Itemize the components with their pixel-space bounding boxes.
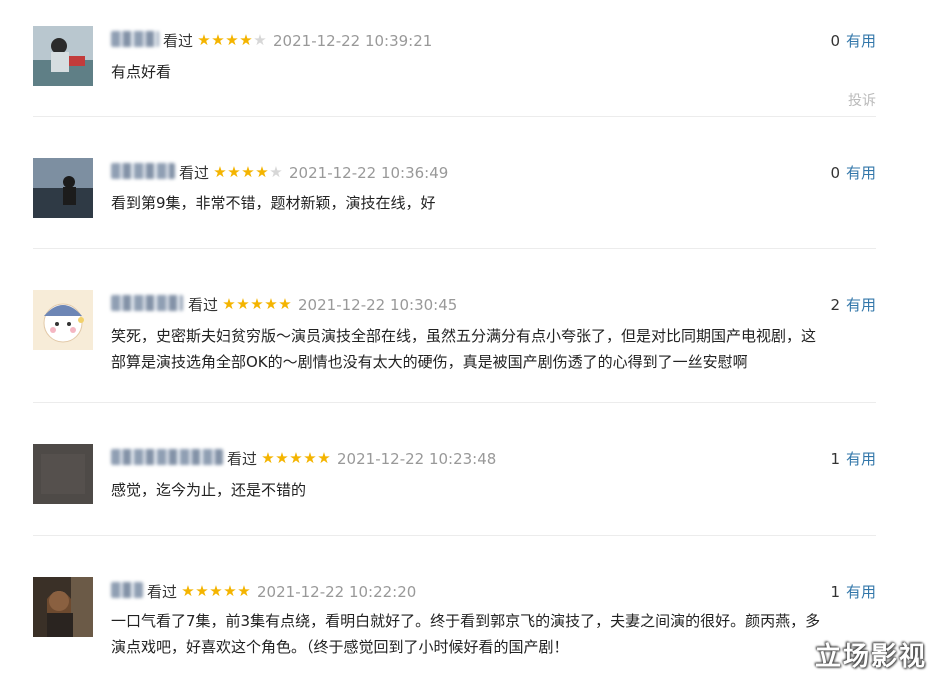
star-icon: ★ xyxy=(253,31,267,49)
star-icon: ★ xyxy=(237,582,251,600)
comment-text: 感觉，迄今为止，还是不错的 xyxy=(111,481,307,499)
star-icon: ★ xyxy=(227,163,241,181)
rating-stars: ★ ★ ★ ★ ★ xyxy=(261,451,331,466)
useful-button[interactable]: 有用 xyxy=(846,164,876,182)
username[interactable] xyxy=(111,31,159,47)
star-icon: ★ xyxy=(241,163,255,181)
username[interactable] xyxy=(111,449,223,465)
username[interactable] xyxy=(111,163,175,179)
comment-time: 2021-12-22 10:30:45 xyxy=(298,295,458,314)
rating-stars: ★ ★ ★ ★ ★ xyxy=(197,33,267,48)
useful-button[interactable]: 有用 xyxy=(846,450,876,468)
vote-count: 1 xyxy=(830,450,840,468)
divider xyxy=(33,402,876,403)
star-icon: ★ xyxy=(264,295,278,313)
comment-time: 2021-12-22 10:36:49 xyxy=(289,163,449,182)
comment-time: 2021-12-22 10:23:48 xyxy=(337,449,497,468)
comment-text: 有点好看 xyxy=(111,63,172,81)
report-link[interactable]: 投诉 xyxy=(848,90,876,110)
star-icon: ★ xyxy=(261,449,275,467)
comment-meta: 看过 ★ ★ ★ ★ ★ 2021-12-22 10:23:48 xyxy=(227,448,496,469)
useful-vote[interactable]: 1 有用 xyxy=(830,448,876,469)
avatar-image xyxy=(33,158,93,218)
avatar[interactable] xyxy=(33,290,93,350)
star-icon: ★ xyxy=(275,449,289,467)
star-icon: ★ xyxy=(223,582,237,600)
star-icon: ★ xyxy=(222,295,236,313)
comment-text: 笑死，史密斯夫妇贫穷版～演员演技全部在线，虽然五分满分有点小夸张了，但是对比同期… xyxy=(111,323,881,375)
star-icon: ★ xyxy=(209,582,223,600)
avatar-image xyxy=(33,577,93,637)
comment-text-line: 笑死，史密斯夫妇贫穷版～演员演技全部在线，虽然五分满分有点小夸张了，但是对比同期… xyxy=(111,327,817,345)
useful-vote[interactable]: 0 有用 xyxy=(830,30,876,51)
avatar[interactable] xyxy=(33,26,93,86)
watched-label: 看过 xyxy=(188,296,219,314)
avatar[interactable] xyxy=(33,444,93,504)
star-icon: ★ xyxy=(236,295,250,313)
comment-meta: 看过 ★ ★ ★ ★ ★ 2021-12-22 10:22:20 xyxy=(147,581,416,602)
comment-text-line: 一口气看了7集，前3集有点绕，看明白就好了。终于看到郭京飞的演技了，夫妻之间演的… xyxy=(111,612,821,630)
star-icon: ★ xyxy=(197,31,211,49)
watched-label: 看过 xyxy=(147,583,178,601)
star-icon: ★ xyxy=(317,449,331,467)
watched-label: 看过 xyxy=(179,164,210,182)
watched-label: 看过 xyxy=(163,32,194,50)
star-icon: ★ xyxy=(225,31,239,49)
star-icon: ★ xyxy=(303,449,317,467)
useful-vote[interactable]: 0 有用 xyxy=(830,162,876,183)
vote-count: 0 xyxy=(830,32,840,50)
watermark-logo: 立场影视 xyxy=(814,642,927,672)
star-icon: ★ xyxy=(181,582,195,600)
useful-vote[interactable]: 1 有用 xyxy=(830,581,876,602)
star-icon: ★ xyxy=(255,163,269,181)
avatar-image xyxy=(33,444,93,504)
useful-button[interactable]: 有用 xyxy=(846,296,876,314)
username[interactable] xyxy=(111,582,143,598)
watched-label: 看过 xyxy=(227,450,258,468)
vote-count: 2 xyxy=(830,296,840,314)
avatar-image xyxy=(33,290,93,350)
vote-count: 1 xyxy=(830,583,840,601)
rating-stars: ★ ★ ★ ★ ★ xyxy=(213,165,283,180)
comment-meta: 看过 ★ ★ ★ ★ ★ 2021-12-22 10:39:21 xyxy=(163,30,432,51)
star-icon: ★ xyxy=(213,163,227,181)
divider xyxy=(33,248,876,249)
comment-meta: 看过 ★ ★ ★ ★ ★ 2021-12-22 10:30:45 xyxy=(188,294,457,315)
comment-text: 一口气看了7集，前3集有点绕，看明白就好了。终于看到郭京飞的演技了，夫妻之间演的… xyxy=(111,608,881,660)
star-icon: ★ xyxy=(211,31,225,49)
useful-button[interactable]: 有用 xyxy=(846,583,876,601)
useful-vote[interactable]: 2 有用 xyxy=(830,294,876,315)
useful-button[interactable]: 有用 xyxy=(846,32,876,50)
avatar[interactable] xyxy=(33,577,93,637)
avatar[interactable] xyxy=(33,158,93,218)
comment-time: 2021-12-22 10:22:20 xyxy=(257,582,417,601)
comment-meta: 看过 ★ ★ ★ ★ ★ 2021-12-22 10:36:49 xyxy=(179,162,448,183)
vote-count: 0 xyxy=(830,164,840,182)
star-icon: ★ xyxy=(195,582,209,600)
divider xyxy=(33,535,876,536)
rating-stars: ★ ★ ★ ★ ★ xyxy=(222,297,292,312)
star-icon: ★ xyxy=(239,31,253,49)
divider xyxy=(33,116,876,117)
avatar-image xyxy=(33,26,93,86)
rating-stars: ★ ★ ★ ★ ★ xyxy=(181,584,251,599)
star-icon: ★ xyxy=(278,295,292,313)
comment-text-line: 演点戏吧，好喜欢这个角色。（终于感觉回到了小时候好看的国产剧！ xyxy=(111,638,569,656)
username[interactable] xyxy=(111,295,183,311)
comment-text: 看到第9集，非常不错，题材新颖，演技在线，好 xyxy=(111,194,436,212)
comment-time: 2021-12-22 10:39:21 xyxy=(273,31,433,50)
star-icon: ★ xyxy=(250,295,264,313)
comment-text-line: 部算是演技选角全部OK的～剧情也没有太大的硬伤，真是被国产剧伤透了的心得到了一丝… xyxy=(111,353,748,371)
star-icon: ★ xyxy=(289,449,303,467)
star-icon: ★ xyxy=(269,163,283,181)
